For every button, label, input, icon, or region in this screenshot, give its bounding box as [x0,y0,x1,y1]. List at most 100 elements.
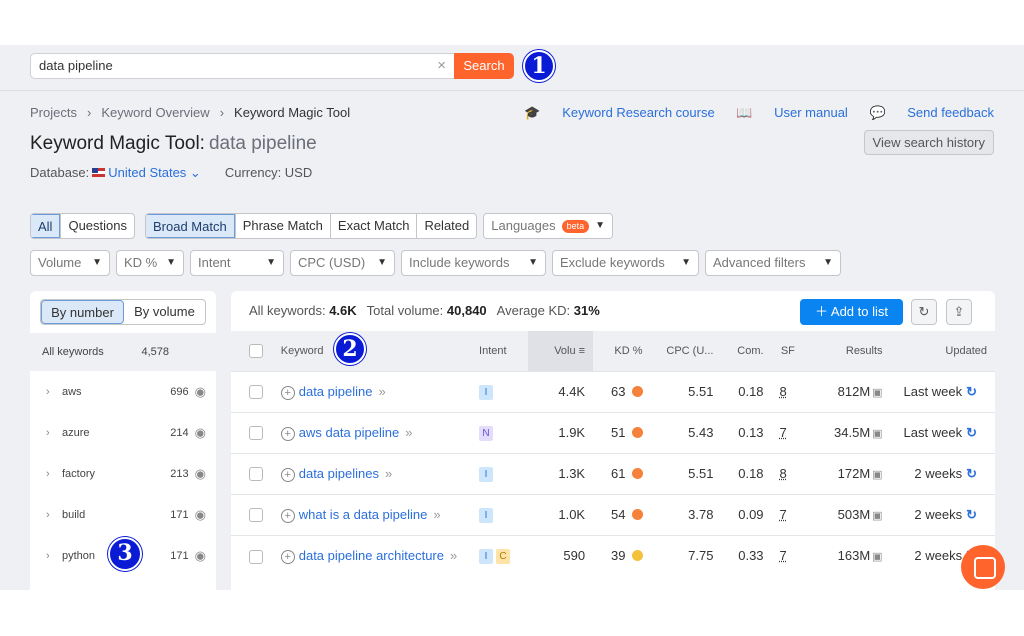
serp-features-link[interactable]: 7 [780,507,787,522]
intent-badge: I [479,549,494,565]
feedback-link[interactable]: 💬 Send feedback [869,105,994,120]
by-volume-toggle[interactable]: By volume [124,300,205,324]
annotation-badge-3: 3 [108,537,142,571]
filter-dropdown[interactable]: Intent ▼ [190,250,284,276]
row-checkbox[interactable] [249,385,263,400]
table-row: + data pipeline architecture» IC 590 39 7… [231,534,995,576]
serp-icon[interactable]: ▣ [872,510,882,522]
serp-features-link[interactable]: 7 [780,548,787,563]
row-checkbox[interactable] [249,426,263,441]
course-link[interactable]: 🎓 Keyword Research course [524,105,714,120]
serp-icon[interactable]: ▣ [872,469,882,481]
sidebar-group-item[interactable]: › factory 213 ◉ [30,453,216,494]
row-checkbox[interactable] [249,467,263,482]
database-select[interactable]: United States ⌄ [108,165,201,180]
intent-badge: N [479,426,494,441]
eye-icon[interactable]: ◉ [195,384,206,400]
eye-icon[interactable]: ◉ [195,548,206,564]
crumb-projects[interactable]: Projects [30,105,77,120]
add-to-list-button[interactable]: ＋ Add to list [800,299,903,325]
serp-icon[interactable]: ▣ [872,387,882,399]
kd-dot-icon [631,550,643,562]
serp-icon[interactable]: ▣ [872,551,882,563]
header-links: 🎓 Keyword Research course 📖 User manual … [506,105,994,121]
column-header[interactable]: SF [771,331,803,371]
select-all-checkbox[interactable] [249,343,263,358]
eye-icon[interactable]: ◉ [195,507,206,523]
add-plus-icon[interactable]: + [280,385,295,400]
tab-all[interactable]: All [31,214,61,238]
column-header[interactable]: Volu ≡ [528,331,594,371]
refresh-icon[interactable]: ↻ [966,466,977,481]
refresh-icon[interactable]: ↻ [966,425,977,440]
column-header[interactable]: Com. [721,331,772,371]
app: data pipeline × Search 1 Projects › Keyword… [0,45,1024,590]
row-checkbox[interactable] [249,508,263,523]
tab-broad-match[interactable]: Broad Match [146,214,235,238]
kd-dot-icon [631,427,643,438]
refresh-icon[interactable]: ↻ [911,299,937,325]
filter-dropdown[interactable]: Advanced filters ▼ [705,250,841,276]
column-header[interactable]: Keyword [272,331,472,371]
chevrons-icon[interactable]: » [433,507,440,522]
chat-button[interactable] [961,545,1005,589]
filter-dropdown[interactable]: CPC (USD) ▼ [290,250,395,276]
by-number-toggle[interactable]: By number [41,300,124,324]
search-value: data pipeline [39,58,113,73]
keyword-link[interactable]: data pipeline [299,384,373,399]
chevrons-icon[interactable]: » [450,548,457,563]
filter-dropdown[interactable]: Volume ▼ [30,250,110,276]
languages-dropdown[interactable]: Languages beta ▼ [483,213,614,239]
keyword-link[interactable]: aws data pipeline [299,425,399,440]
row-checkbox[interactable] [249,549,263,564]
table-row: + data pipelines» I 1.3K 61 5.51 0.18 8 1… [231,452,995,494]
sidebar-group-item[interactable]: › azure 214 ◉ [30,412,216,453]
serp-features-link[interactable]: 8 [780,466,787,481]
keyword-link[interactable]: data pipeline architecture [299,548,444,563]
search-button[interactable]: Search [454,53,514,79]
tab-related[interactable]: Related [416,214,476,238]
chevron-down-icon: ▼ [595,220,606,231]
column-header[interactable]: Updated [890,331,995,371]
tab-questions[interactable]: Questions [60,214,134,238]
chevron-down-icon: ▼ [166,257,176,268]
tab-phrase-match[interactable]: Phrase Match [234,214,330,238]
column-header[interactable]: CPC (U... [650,331,722,371]
chevrons-icon[interactable]: » [405,425,412,440]
kd-dot-icon [631,509,643,520]
chevrons-icon[interactable]: » [385,466,392,481]
filter-dropdown[interactable]: Exclude keywords ▼ [552,250,699,276]
add-plus-icon[interactable]: + [280,508,295,523]
eye-icon[interactable]: ◉ [195,466,206,482]
serp-icon[interactable]: ▣ [872,428,882,440]
export-icon[interactable]: ⇪ [946,299,972,325]
keyword-link[interactable]: data pipelines [299,466,379,481]
intent-badge: C [496,549,511,565]
chevron-right-icon: › [46,508,50,521]
add-plus-icon[interactable]: + [280,467,295,482]
all-keywords-group[interactable]: All keywords 4,578 [30,333,216,371]
serp-features-link[interactable]: 7 [780,425,787,440]
add-plus-icon[interactable]: + [280,426,295,441]
manual-link[interactable]: 📖 User manual [736,105,848,120]
clear-icon[interactable]: × [437,54,446,78]
tab-exact-match[interactable]: Exact Match [329,214,417,238]
filter-dropdown[interactable]: Include keywords ▼ [401,250,546,276]
sidebar-group-item[interactable]: › aws 696 ◉ [30,371,216,412]
search-input[interactable]: data pipeline × [30,53,455,79]
sidebar-group-item[interactable]: › build 171 ◉ [30,494,216,535]
column-header[interactable]: Intent [471,331,529,371]
eye-icon[interactable]: ◉ [195,425,206,441]
filter-dropdown[interactable]: KD % ▼ [116,250,184,276]
add-plus-icon[interactable]: + [280,549,295,564]
refresh-icon[interactable]: ↻ [966,507,977,522]
keywords-table: Keyword Intent Volu ≡ KD % CPC (U... Com. SF Re… [231,331,995,576]
chevrons-icon[interactable]: » [378,384,385,399]
serp-features-link[interactable]: 8 [780,384,787,399]
crumb-keyword-overview[interactable]: Keyword Overview [101,105,209,120]
keyword-link[interactable]: what is a data pipeline [299,507,428,522]
refresh-icon[interactable]: ↻ [966,384,977,399]
column-header[interactable]: Results [802,331,891,371]
view-history-button[interactable]: View search history [863,130,994,155]
column-header[interactable]: KD % [593,331,651,371]
